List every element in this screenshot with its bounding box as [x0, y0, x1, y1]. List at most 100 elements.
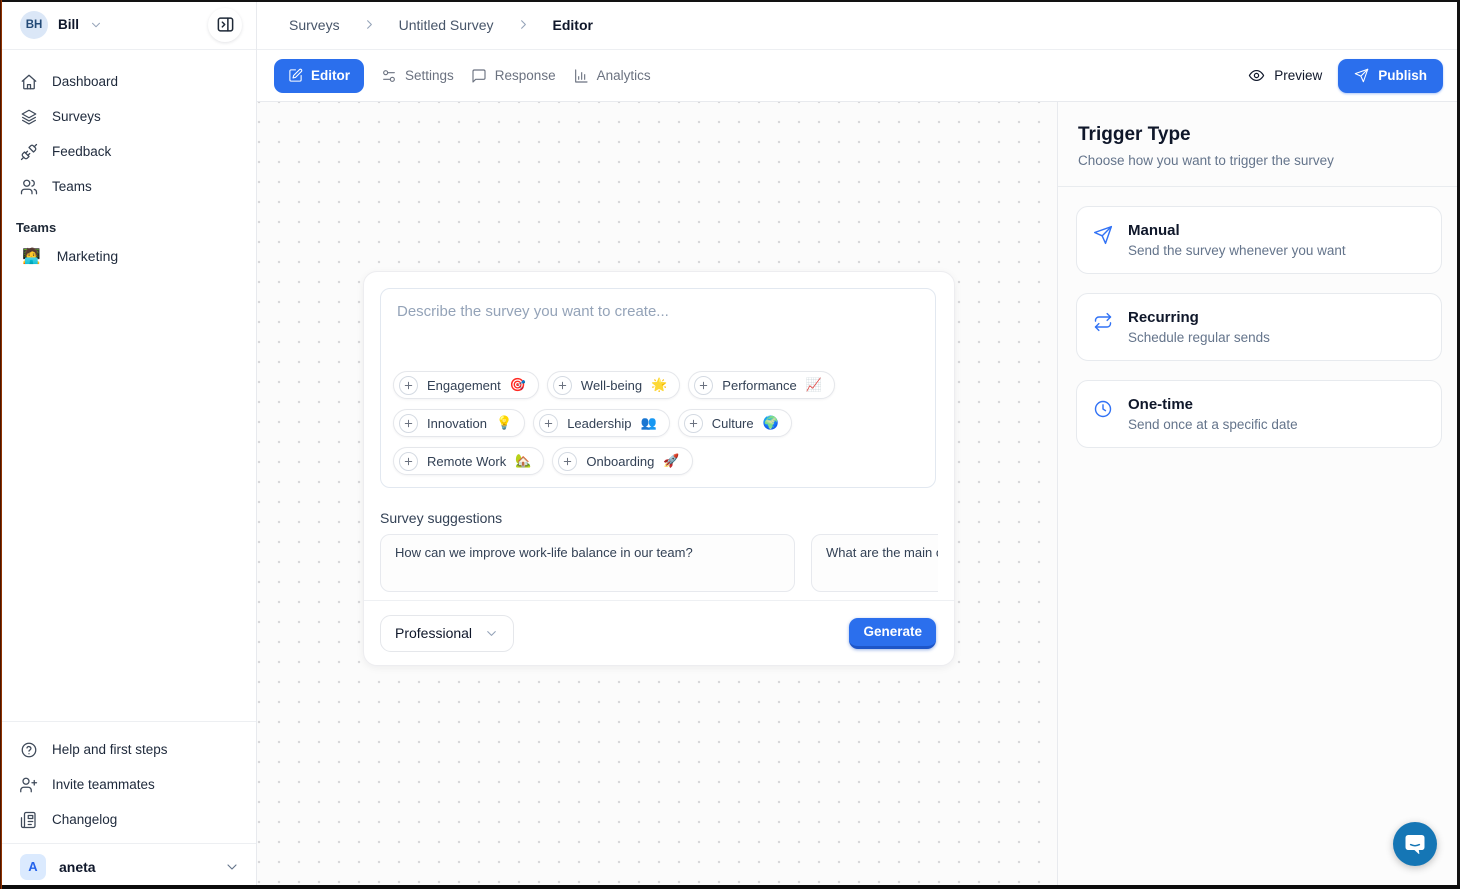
breadcrumb: Surveys Untitled Survey Editor	[257, 0, 1460, 50]
chip-emoji: 🌟	[651, 377, 667, 393]
chevron-down-icon	[484, 626, 499, 641]
chevron-down-icon	[224, 859, 240, 875]
topic-chip-culture[interactable]: Culture 🌍	[678, 409, 792, 437]
sidebar-item-label: Help and first steps	[52, 742, 168, 757]
tab-label: Response	[495, 68, 556, 83]
users-icon	[20, 178, 38, 196]
preview-button[interactable]: Preview	[1248, 67, 1322, 84]
sidebar-item-surveys[interactable]: Surveys	[0, 99, 256, 134]
trigger-option-description: Send once at a specific date	[1128, 417, 1298, 432]
trigger-option-title: Manual	[1128, 222, 1346, 239]
window-border-top	[0, 0, 1460, 2]
sidebar-spacer	[0, 275, 256, 721]
chat-bubble-icon	[1403, 832, 1427, 856]
survey-generator-card: Describe the survey you want to create..…	[363, 271, 955, 666]
chip-label: Engagement	[427, 378, 501, 393]
chevron-right-icon	[516, 17, 531, 32]
chip-emoji: 💡	[496, 415, 512, 431]
plus-icon	[694, 376, 713, 395]
chip-emoji: 📈	[806, 377, 822, 393]
topic-chip-innovation[interactable]: Innovation 💡	[393, 409, 525, 437]
plus-icon	[539, 414, 558, 433]
suggestion-card[interactable]: What are the main ob	[811, 534, 938, 592]
account-name: aneta	[59, 859, 96, 875]
sidebar-toggle-button[interactable]	[208, 8, 242, 42]
publish-label: Publish	[1378, 68, 1427, 83]
workspace-switcher[interactable]: BH Bill	[0, 0, 256, 50]
survey-description-input[interactable]: Describe the survey you want to create..…	[380, 288, 936, 488]
team-label: Marketing	[57, 248, 118, 264]
topic-chip-remote-work[interactable]: Remote Work 🏡	[393, 447, 544, 475]
suggestions-row: How can we improve work-life balance in …	[380, 534, 938, 592]
chip-emoji: 🌍	[763, 415, 779, 431]
sidebar-item-label: Dashboard	[52, 74, 118, 89]
bar-chart-icon	[573, 68, 589, 84]
tab-analytics[interactable]: Analytics	[573, 68, 651, 84]
panel-toggle-icon	[216, 15, 235, 34]
pencil-square-icon	[288, 68, 303, 83]
trigger-option-description: Send the survey whenever you want	[1128, 243, 1346, 258]
generate-button[interactable]: Generate	[849, 618, 936, 649]
sidebar-item-label: Changelog	[52, 812, 117, 827]
message-square-icon	[471, 68, 487, 84]
newspaper-icon	[20, 811, 38, 829]
sidebar-item-help[interactable]: Help and first steps	[0, 732, 256, 767]
team-emoji: 🧑‍💻	[22, 247, 41, 265]
plus-icon	[558, 452, 577, 471]
layers-icon	[20, 108, 38, 126]
topic-chip-onboarding[interactable]: Onboarding 🚀	[552, 447, 692, 475]
sidebar-item-dashboard[interactable]: Dashboard	[0, 64, 256, 99]
sidebar-item-changelog[interactable]: Changelog	[0, 802, 256, 837]
tone-value: Professional	[395, 625, 472, 641]
sidebar-team-marketing[interactable]: 🧑‍💻 Marketing	[0, 237, 256, 275]
chevron-right-icon	[362, 17, 377, 32]
topic-chip-leadership[interactable]: Leadership 👥	[533, 409, 670, 437]
repeat-icon	[1093, 312, 1113, 332]
suggestion-card[interactable]: How can we improve work-life balance in …	[380, 534, 795, 592]
sidebar-item-teams[interactable]: Teams	[0, 169, 256, 204]
preview-label: Preview	[1274, 68, 1322, 83]
window-border-left	[0, 0, 2, 889]
generate-label: Generate	[863, 624, 922, 639]
trigger-option-manual[interactable]: Manual Send the survey whenever you want	[1076, 206, 1442, 274]
send-icon	[1354, 68, 1369, 83]
sidebar-item-feedback[interactable]: Feedback	[0, 134, 256, 169]
workspace-avatar: BH	[20, 11, 48, 39]
breadcrumb-untitled-survey[interactable]: Untitled Survey	[399, 17, 494, 33]
topic-chip-well-being[interactable]: Well-being 🌟	[547, 371, 680, 399]
account-menu[interactable]: A aneta	[0, 843, 256, 889]
sliders-icon	[381, 68, 397, 84]
trigger-option-one-time[interactable]: One-time Send once at a specific date	[1076, 380, 1442, 448]
home-icon	[20, 73, 38, 91]
chip-label: Remote Work	[427, 454, 506, 469]
sidebar-item-invite[interactable]: Invite teammates	[0, 767, 256, 802]
window-border-bottom	[0, 885, 1460, 889]
suggestion-text: How can we improve work-life balance in …	[395, 545, 693, 560]
topic-chips: Engagement 🎯 Well-being 🌟 Performance 📈 …	[381, 359, 935, 487]
breadcrumb-editor: Editor	[553, 17, 593, 33]
tab-response[interactable]: Response	[471, 68, 556, 84]
workspace-name: Bill	[58, 17, 79, 32]
chip-label: Innovation	[427, 416, 487, 431]
toolbar-right: Preview Publish	[1248, 59, 1443, 93]
publish-button[interactable]: Publish	[1338, 59, 1443, 93]
tab-settings[interactable]: Settings	[381, 68, 454, 84]
trigger-option-recurring[interactable]: Recurring Schedule regular sends	[1076, 293, 1442, 361]
trigger-option-title: Recurring	[1128, 309, 1270, 326]
topic-chip-engagement[interactable]: Engagement 🎯	[393, 371, 539, 399]
plus-icon	[399, 414, 418, 433]
sidebar-item-label: Teams	[52, 179, 92, 194]
chat-launcher-button[interactable]	[1393, 822, 1437, 866]
tone-select[interactable]: Professional	[380, 615, 514, 652]
chip-label: Onboarding	[586, 454, 654, 469]
sidebar-item-label: Feedback	[52, 144, 111, 159]
tab-editor[interactable]: Editor	[274, 59, 364, 93]
chip-label: Leadership	[567, 416, 631, 431]
trigger-option-description: Schedule regular sends	[1128, 330, 1270, 345]
plus-icon	[684, 414, 703, 433]
topic-chip-performance[interactable]: Performance 📈	[688, 371, 835, 399]
sidebar: BH Bill Dashboard Surveys F	[0, 0, 257, 889]
breadcrumb-surveys[interactable]: Surveys	[289, 17, 340, 33]
plus-icon	[399, 452, 418, 471]
sidebar-item-label: Invite teammates	[52, 777, 155, 792]
